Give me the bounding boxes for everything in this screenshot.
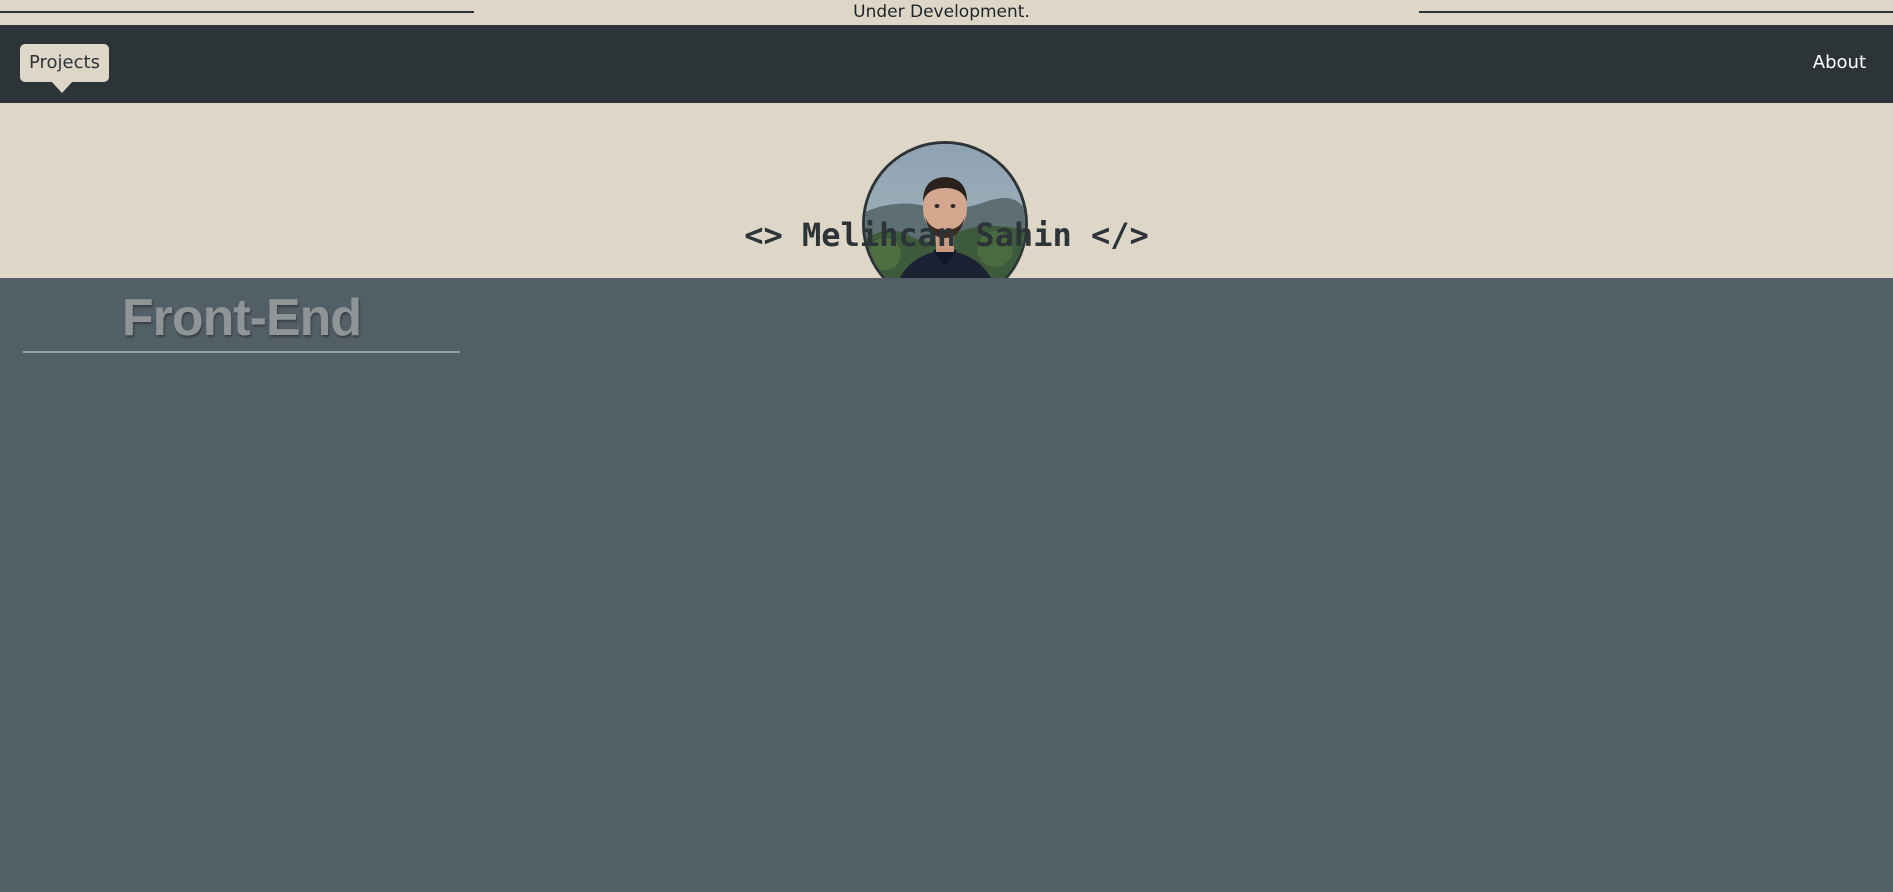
- main-content: Front-End: [0, 278, 1893, 892]
- section-divider: [23, 351, 460, 353]
- dev-banner: Under Development.: [0, 0, 1893, 25]
- nav-projects-label: Projects: [29, 52, 100, 73]
- profile-header: <> Melihcan Sahin </>: [0, 103, 1893, 307]
- nav-about[interactable]: About: [1813, 50, 1866, 76]
- navbar: Projects About: [0, 25, 1893, 103]
- section-title: Front-End: [121, 289, 362, 347]
- nav-projects[interactable]: Projects: [20, 44, 109, 93]
- active-pointer-icon: [51, 81, 73, 93]
- profile-name: <> Melihcan Sahin </>: [744, 216, 1149, 254]
- dev-notice: Under Development.: [853, 2, 1030, 22]
